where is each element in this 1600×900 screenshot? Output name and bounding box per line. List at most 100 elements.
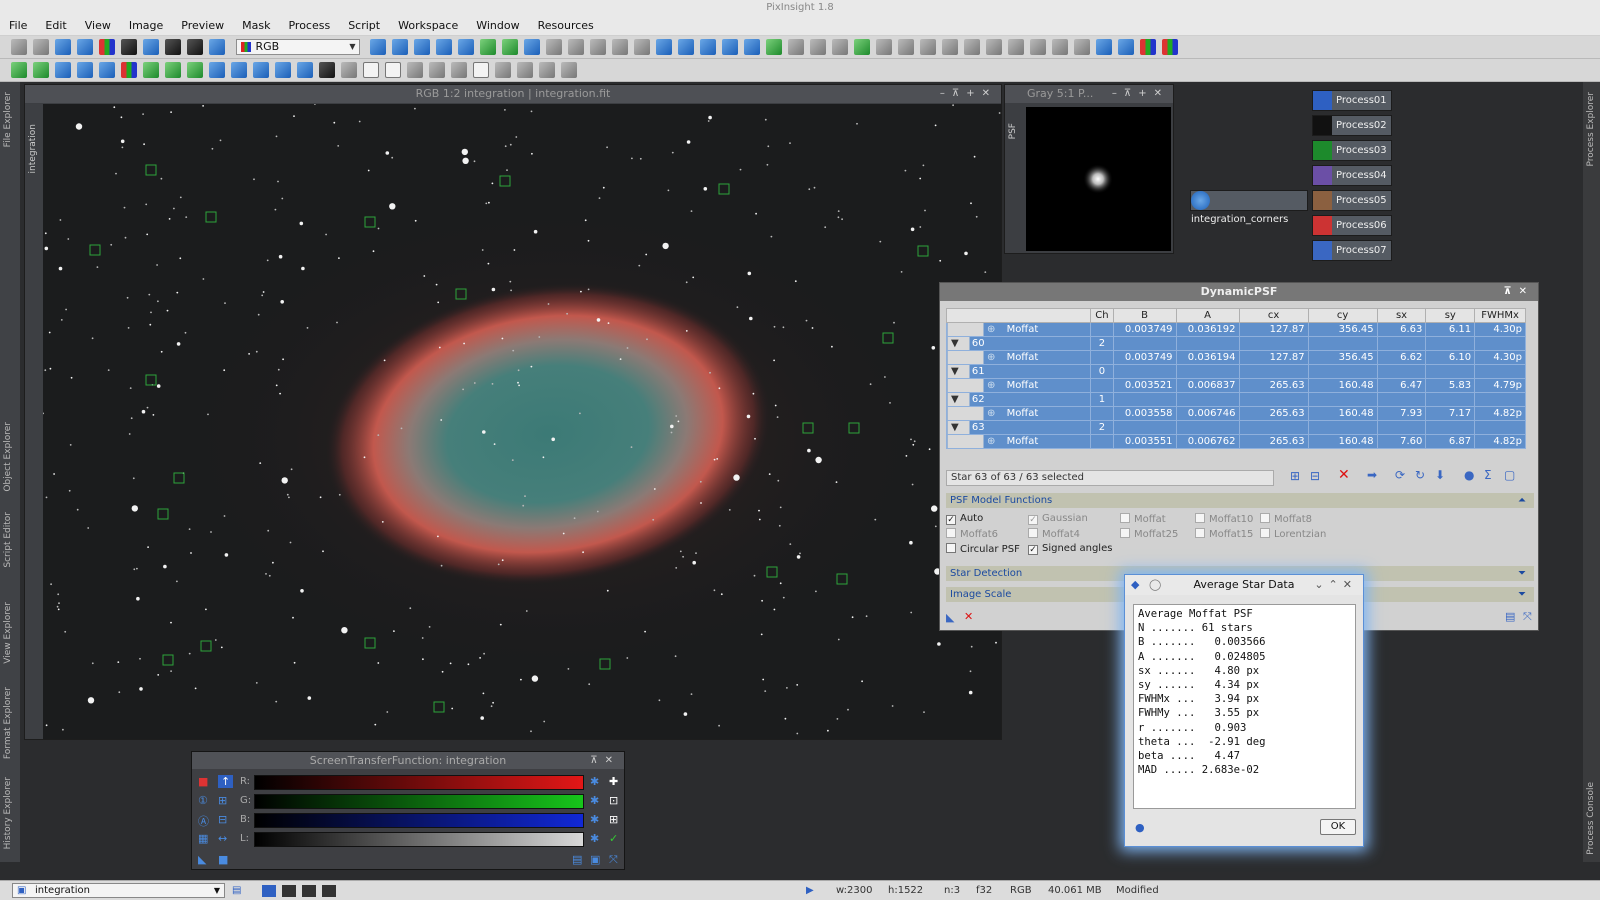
console-icon[interactable] xyxy=(1118,39,1134,55)
image-canvas[interactable] xyxy=(43,104,1001,739)
mirror-c-icon[interactable] xyxy=(297,62,313,78)
channel-select[interactable]: RGB ▼ xyxy=(235,39,360,55)
process-icon-7[interactable]: Process07 xyxy=(1312,240,1392,261)
boxed-icon[interactable]: ⊡ xyxy=(609,794,618,807)
geometry-c-icon[interactable] xyxy=(187,62,203,78)
table-row[interactable]: ⊕ Moffat 0.003749 0.036194 127.87 356.45 6.62… xyxy=(945,350,1526,365)
flip-icon[interactable] xyxy=(231,62,247,78)
column-header[interactable]: B xyxy=(1112,308,1177,323)
psf-marker[interactable] xyxy=(917,245,929,257)
psf-marker[interactable] xyxy=(89,244,101,256)
auto-stretch-g-icon[interactable]: ✱ xyxy=(590,794,599,807)
tile-icon[interactable] xyxy=(700,39,716,55)
psf-window-title-bar[interactable]: Gray 5:1 P... –⊼+✕ xyxy=(1005,85,1173,103)
double-arrow-icon[interactable]: ↔ xyxy=(218,832,227,845)
edit-preview-icon[interactable] xyxy=(502,39,518,55)
info-dot-icon[interactable]: ● xyxy=(1135,821,1145,834)
stf-color-icon[interactable]: ■ xyxy=(198,775,208,788)
slider-g[interactable] xyxy=(254,794,584,809)
zoom-2-icon[interactable] xyxy=(634,39,650,55)
table-icon[interactable]: ▦ xyxy=(198,832,208,845)
psf-window[interactable]: Gray 5:1 P... –⊼+✕ PSF xyxy=(1004,84,1174,254)
reset-icon[interactable]: ✕ xyxy=(964,610,973,623)
open-icon[interactable] xyxy=(11,39,27,55)
star-table[interactable]: Ch B Acx cy sx sy FWHMx ⊕ Moffat 0.003749 0.0361… xyxy=(945,308,1526,449)
pan-icon[interactable] xyxy=(370,39,386,55)
stf-icon[interactable] xyxy=(209,39,225,55)
play-icon[interactable]: ▶ xyxy=(806,881,814,900)
menu-mask[interactable]: Mask xyxy=(233,16,279,36)
menu-view[interactable]: View xyxy=(76,16,120,36)
rotate-icon[interactable] xyxy=(209,62,225,78)
tab-format-explorer[interactable]: Format Explorer xyxy=(3,687,13,759)
window-list-icon[interactable] xyxy=(788,39,804,55)
zoom-icon[interactable] xyxy=(436,39,452,55)
view-selector[interactable]: ▣ integration ▼ xyxy=(12,883,225,898)
channel-icon[interactable] xyxy=(121,39,137,55)
maximize-icon[interactable] xyxy=(744,39,760,55)
collapse-section-icon[interactable]: ⏶ xyxy=(1518,493,1526,508)
process-f-icon[interactable] xyxy=(986,39,1002,55)
tab-history-explorer[interactable]: History Explorer xyxy=(3,777,13,849)
stf-controls[interactable]: ⊼✕ xyxy=(590,752,620,769)
minus-box-icon[interactable]: ⊟ xyxy=(218,813,227,826)
stf-window[interactable]: ScreenTransferFunction: integration ⊼✕ ■… xyxy=(191,751,625,870)
menu-preview[interactable]: Preview xyxy=(172,16,233,36)
arrow-up-icon[interactable]: ↑ xyxy=(218,775,234,788)
expand-icon[interactable]: ⊞ xyxy=(1290,469,1300,483)
expand-row-icon[interactable]: ▼ xyxy=(951,338,962,349)
table-row[interactable]: ⊕ Moffat 0.003521 0.006837 265.63 160.48 6.47… xyxy=(945,378,1526,393)
grid-icon[interactable] xyxy=(77,62,93,78)
column-header[interactable]: FWHMx xyxy=(1474,308,1526,323)
psf-marker[interactable] xyxy=(433,701,445,713)
expand-row-icon[interactable]: ▼ xyxy=(951,366,962,377)
stf-new-instance-icon[interactable]: ◣ xyxy=(198,853,206,866)
average-star-title-bar[interactable]: ◆ ◯ Average Star Data ⌄⌃✕ xyxy=(1125,575,1363,595)
boolean-icon[interactable]: Ⓐ xyxy=(198,813,209,829)
next-icon[interactable]: ➡ xyxy=(1367,468,1377,482)
search-icon[interactable] xyxy=(590,39,606,55)
process-e-icon[interactable] xyxy=(964,39,980,55)
tile-mode-1-icon[interactable] xyxy=(262,885,276,897)
psf-marker[interactable] xyxy=(145,164,157,176)
psf-marker[interactable] xyxy=(200,640,212,652)
expand-row-icon[interactable]: ▼ xyxy=(951,394,962,405)
process-icon-4[interactable]: Process04 xyxy=(1312,165,1392,186)
slider-l[interactable] xyxy=(254,832,584,847)
slider-b[interactable] xyxy=(254,813,584,828)
psf-marker[interactable] xyxy=(718,183,730,195)
tab-file-explorer[interactable]: File Explorer xyxy=(3,92,13,147)
collapse-icon[interactable]: ⊟ xyxy=(1310,469,1320,483)
tab-process-console[interactable]: Process Console xyxy=(1586,782,1596,855)
new-instance-icon[interactable]: ◣ xyxy=(946,611,954,624)
star-c-icon[interactable] xyxy=(55,62,71,78)
menu-process[interactable]: Process xyxy=(279,16,339,36)
close-file-icon[interactable] xyxy=(33,39,49,55)
tab-view-explorer[interactable]: View Explorer xyxy=(3,602,13,664)
menu-resources[interactable]: Resources xyxy=(529,16,603,36)
process-c-icon[interactable] xyxy=(920,39,936,55)
menu-script[interactable]: Script xyxy=(339,16,389,36)
column-header[interactable]: cx xyxy=(1238,308,1309,323)
process-icon-6[interactable]: Process06 xyxy=(1312,215,1392,236)
table-row[interactable]: ▼ 60 2 xyxy=(945,336,1526,351)
zoom-fit-icon[interactable] xyxy=(143,39,159,55)
image-window-title-bar[interactable]: RGB 1:2 integration | integration.fit –⊼… xyxy=(25,85,1001,103)
auto-stretch-b-icon[interactable]: ✱ xyxy=(590,813,599,826)
nebula-image[interactable] xyxy=(43,104,1001,739)
checkbox-auto[interactable]: ✓ Auto xyxy=(946,513,983,525)
mask-i-icon[interactable] xyxy=(495,62,511,78)
process-j-icon[interactable] xyxy=(1074,39,1090,55)
geometry-icon[interactable] xyxy=(143,62,159,78)
window-b-icon[interactable] xyxy=(832,39,848,55)
column-header[interactable]: sx xyxy=(1376,308,1427,323)
table-row[interactable]: ▼ 61 0 xyxy=(945,364,1526,379)
color-b-icon[interactable] xyxy=(1162,39,1178,55)
tab-script-editor[interactable]: Script Editor xyxy=(3,512,13,568)
psf-marker[interactable] xyxy=(157,508,169,520)
menu-file[interactable]: File xyxy=(0,16,36,36)
table-row[interactable]: ▼ 62 1 xyxy=(945,392,1526,407)
palette-icon[interactable] xyxy=(121,62,137,78)
dialog-controls[interactable]: ⌄⌃✕ xyxy=(1314,575,1357,595)
process-i-icon[interactable] xyxy=(1052,39,1068,55)
